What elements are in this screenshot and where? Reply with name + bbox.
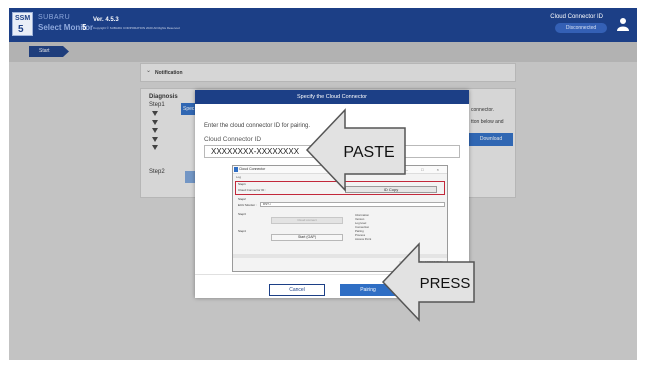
logo-text-top: SSM (15, 15, 31, 22)
app-window: SSM 5 SUBARU Select Monitor 5 Ver. 4.5.3… (9, 8, 637, 360)
inner-step3-label: Step3 (238, 212, 246, 216)
press-label: PRESS (420, 275, 471, 292)
brand-name: SUBARU (38, 14, 71, 21)
paste-callout-arrow: PASTE (305, 108, 406, 192)
inner-ecu-select: DST-i (260, 202, 445, 207)
inner-step3-button: Cloud connect (271, 217, 343, 224)
inner-app-title: Cloud Connector (239, 167, 266, 171)
dialog-title: Specify the Cloud Connector (195, 90, 469, 104)
press-callout-arrow: PRESS (381, 242, 475, 322)
cloud-connector-id-label: Cloud Connector ID (550, 14, 603, 20)
inner-ecu-label: ECU Monitor : (238, 203, 257, 207)
copyright-text: Copyright © SUBARU CORPORATION 2020 All … (93, 26, 180, 30)
product-suffix: 5 (82, 23, 87, 32)
cloud-connector-id-field-label: Cloud Connector ID (204, 136, 262, 143)
inner-step2-label: Step2 (238, 197, 246, 201)
cancel-button[interactable]: Cancel (269, 284, 325, 296)
inner-info-list: Information Version Log level Connection… (355, 213, 371, 241)
cloud-connector-status-button[interactable]: Disconnected (555, 23, 607, 33)
app-header: SSM 5 SUBARU Select Monitor 5 Ver. 4.5.3… (9, 8, 637, 42)
ssm-logo: SSM 5 (12, 12, 33, 36)
inner-step4-label: Step4 (238, 229, 246, 233)
inner-step1-label: Step1 (238, 182, 246, 186)
window-controls: – □ × (405, 167, 445, 172)
inner-log-label: Log (236, 175, 242, 179)
inner-start-button: Start (GAP) (271, 234, 343, 241)
logo-text-bottom: 5 (18, 24, 24, 35)
info-line: Access Point (355, 237, 372, 241)
user-icon[interactable] (617, 17, 629, 31)
app-icon (234, 167, 238, 172)
inner-cc-id-label: Cloud Connector ID : (238, 188, 267, 192)
paste-label: PASTE (343, 144, 394, 161)
dialog-instruction: Enter the cloud connector ID for pairing… (204, 123, 311, 129)
version-label: Ver. 4.5.3 (93, 17, 119, 23)
